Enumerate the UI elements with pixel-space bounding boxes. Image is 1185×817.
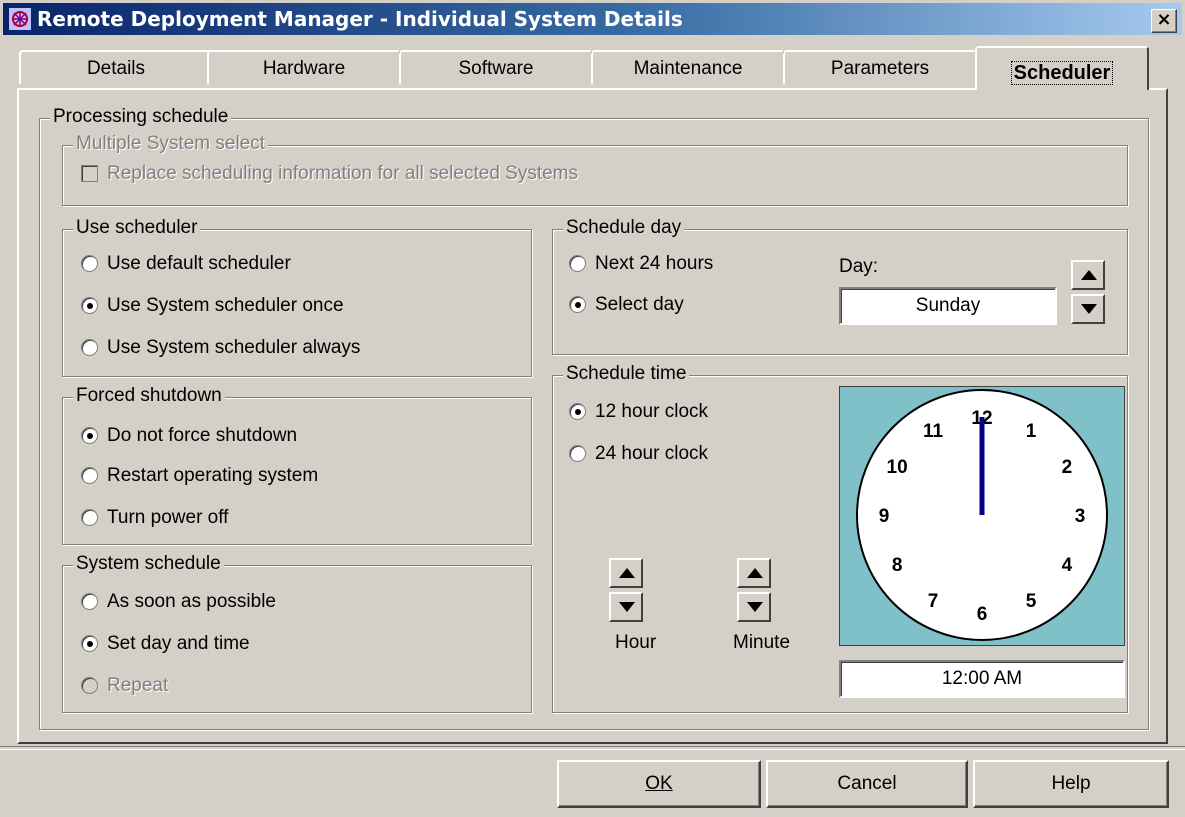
radio-24-hour-clock[interactable]: 24 hour clock xyxy=(569,442,708,466)
ok-label: OK xyxy=(645,773,673,794)
radio-dot xyxy=(81,255,98,272)
radio-next-24-hours[interactable]: Next 24 hours xyxy=(569,252,713,276)
radio-do-not-force-shutdown[interactable]: Do not force shutdown xyxy=(81,424,297,448)
radio-label: 12 hour clock xyxy=(595,401,709,422)
tab-software[interactable]: Software xyxy=(399,50,593,84)
hour-down-button[interactable] xyxy=(609,592,643,622)
schedule-time-group: Schedule time 12 hour clock 24 hour cloc… xyxy=(552,363,1128,713)
radio-dot xyxy=(569,445,586,462)
arrow-down-icon xyxy=(619,602,635,612)
radio-dot xyxy=(569,296,586,313)
app-icon xyxy=(9,8,31,30)
radio-dot xyxy=(81,509,98,526)
tab-hardware[interactable]: Hardware xyxy=(207,50,401,84)
tab-details[interactable]: Details xyxy=(19,50,213,84)
radio-label: Do not force shutdown xyxy=(107,425,298,446)
tab-label: Details xyxy=(86,58,146,79)
day-down-button[interactable] xyxy=(1071,294,1105,324)
radio-label: Use default scheduler xyxy=(107,253,291,274)
radio-select-day[interactable]: Select day xyxy=(569,293,684,317)
replace-scheduling-checkbox[interactable]: Replace scheduling information for all s… xyxy=(81,163,578,185)
radio-repeat[interactable]: Repeat xyxy=(81,674,168,698)
tab-maintenance[interactable]: Maintenance xyxy=(591,50,785,84)
radio-use-system-scheduler-once[interactable]: Use System scheduler once xyxy=(81,294,344,318)
radio-dot xyxy=(81,297,98,314)
day-field[interactable]: Sunday xyxy=(839,287,1057,325)
tab-parameters[interactable]: Parameters xyxy=(783,50,977,84)
multiple-system-select-group: Multiple System select Replace schedulin… xyxy=(62,133,1128,206)
radio-dot xyxy=(569,255,586,272)
arrow-down-icon xyxy=(747,602,763,612)
radio-12-hour-clock[interactable]: 12 hour clock xyxy=(569,400,708,424)
radio-label: 24 hour clock xyxy=(595,443,709,464)
checkbox-box xyxy=(81,165,98,182)
radio-label: Repeat xyxy=(107,675,169,696)
radio-label: Select day xyxy=(595,294,684,315)
cancel-label: Cancel xyxy=(837,773,897,794)
ok-button[interactable]: OK xyxy=(557,760,761,808)
hour-up-button[interactable] xyxy=(609,558,643,588)
radio-as-soon-as-possible[interactable]: As soon as possible xyxy=(81,590,276,614)
radio-dot xyxy=(81,677,98,694)
radio-label: As soon as possible xyxy=(107,591,276,612)
cancel-button[interactable]: Cancel xyxy=(766,760,968,808)
schedule-time-label: Schedule time xyxy=(563,363,690,385)
use-scheduler-group: Use scheduler Use default scheduler Use … xyxy=(62,217,532,377)
tab-label: Parameters xyxy=(830,58,930,79)
radio-use-system-scheduler-always[interactable]: Use System scheduler always xyxy=(81,336,360,360)
close-button[interactable]: × xyxy=(1151,9,1177,33)
arrow-up-icon xyxy=(1081,270,1097,280)
tab-label: Hardware xyxy=(262,58,346,79)
system-schedule-group: System schedule As soon as possible Set … xyxy=(62,553,532,713)
radio-label: Set day and time xyxy=(107,633,250,654)
window-title: Remote Deployment Manager - Individual S… xyxy=(37,7,683,31)
radio-label: Turn power off xyxy=(107,507,229,528)
radio-turn-power-off[interactable]: Turn power off xyxy=(81,506,228,530)
day-up-button[interactable] xyxy=(1071,260,1105,290)
arrow-up-icon xyxy=(747,568,763,578)
minute-down-button[interactable] xyxy=(737,592,771,622)
forced-shutdown-group: Forced shutdown Do not force shutdown Re… xyxy=(62,385,532,545)
radio-dot xyxy=(569,403,586,420)
multiple-system-select-label: Multiple System select xyxy=(73,133,269,155)
radio-dot xyxy=(81,467,98,484)
use-scheduler-label: Use scheduler xyxy=(73,217,201,239)
title-bar: Remote Deployment Manager - Individual S… xyxy=(3,3,1182,35)
scheduler-page: Processing schedule Multiple System sele… xyxy=(17,88,1168,744)
arrow-down-icon xyxy=(1081,304,1097,314)
hour-label: Hour xyxy=(615,632,657,653)
minute-label: Minute xyxy=(733,632,791,653)
help-label: Help xyxy=(1051,773,1091,794)
radio-dot xyxy=(81,427,98,444)
day-label: Day: xyxy=(839,256,879,277)
radio-restart-operating-system[interactable]: Restart operating system xyxy=(81,464,318,488)
processing-schedule-label: Processing schedule xyxy=(50,106,232,128)
minute-up-button[interactable] xyxy=(737,558,771,588)
tab-scheduler[interactable]: Scheduler xyxy=(975,46,1149,90)
forced-shutdown-label: Forced shutdown xyxy=(73,385,225,407)
replace-scheduling-label: Replace scheduling information for all s… xyxy=(107,163,579,184)
tab-label: Maintenance xyxy=(633,58,743,79)
radio-label: Restart operating system xyxy=(107,465,319,486)
system-schedule-label: System schedule xyxy=(73,553,224,575)
separator xyxy=(0,746,1185,750)
radio-dot xyxy=(81,339,98,356)
schedule-day-label: Schedule day xyxy=(563,217,685,239)
radio-label: Use System scheduler always xyxy=(107,337,361,358)
help-button[interactable]: Help xyxy=(973,760,1169,808)
radio-label: Next 24 hours xyxy=(595,253,714,274)
tab-label: Scheduler xyxy=(1010,61,1114,85)
radio-set-day-and-time[interactable]: Set day and time xyxy=(81,632,250,656)
radio-label: Use System scheduler once xyxy=(107,295,344,316)
radio-dot xyxy=(81,593,98,610)
schedule-day-group: Schedule day Next 24 hours Select day Da… xyxy=(552,217,1128,355)
radio-dot xyxy=(81,635,98,652)
processing-schedule-group: Processing schedule Multiple System sele… xyxy=(39,106,1149,730)
arrow-up-icon xyxy=(619,568,635,578)
radio-use-default-scheduler[interactable]: Use default scheduler xyxy=(81,252,291,276)
tab-label: Software xyxy=(458,58,534,79)
